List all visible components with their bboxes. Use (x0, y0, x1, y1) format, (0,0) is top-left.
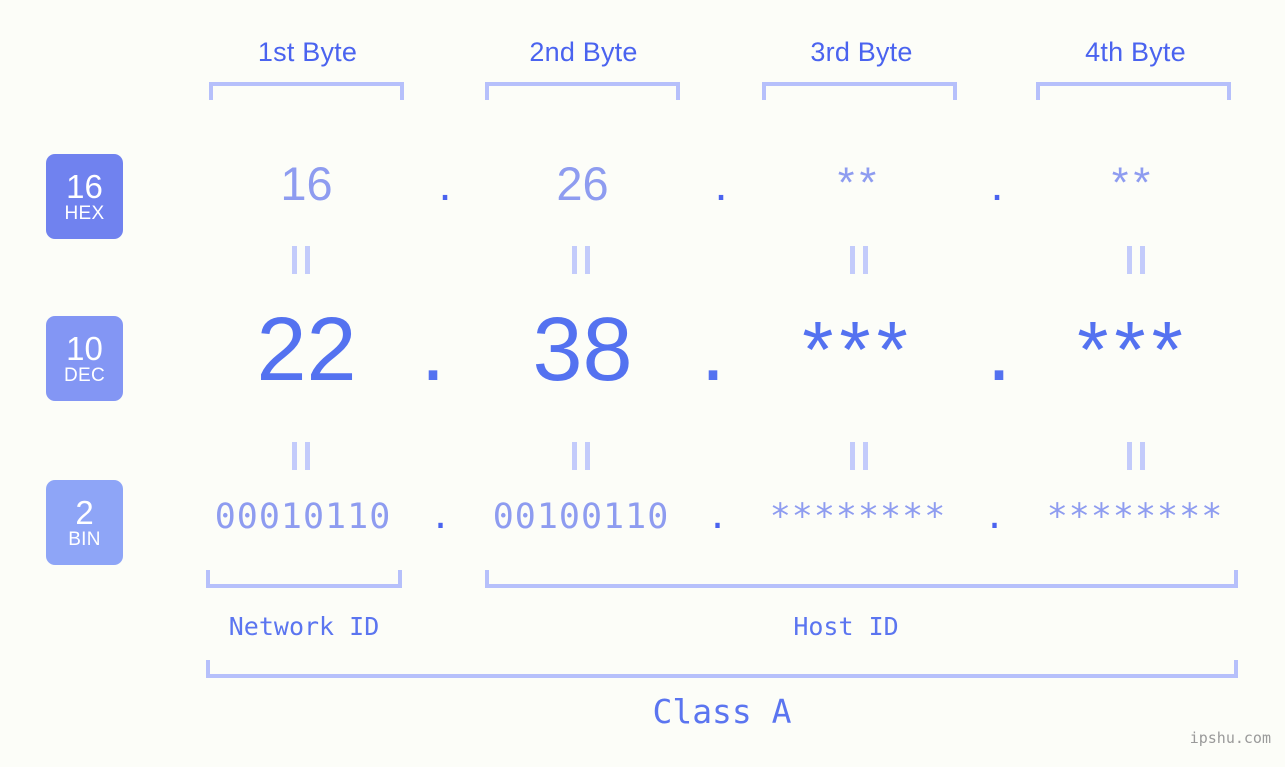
bin-separator-1: . (429, 497, 453, 537)
equality-mark-hex-dec-4 (1127, 246, 1145, 274)
class-label: Class A (652, 692, 792, 731)
dec-separator-3: . (986, 300, 1012, 400)
byte-bracket-4 (1036, 82, 1231, 100)
base-badge-dec-abbr: DEC (63, 364, 105, 386)
equality-mark-dec-bin-2 (572, 442, 590, 470)
hex-separator-1: . (438, 157, 452, 210)
equality-mark-hex-dec-1 (292, 246, 310, 274)
ip-address-breakdown-diagram: 1st Byte 2nd Byte 3rd Byte 4th Byte 16 H… (0, 0, 1285, 767)
hex-byte-2: 26 (556, 157, 609, 210)
base-badge-bin-number: 2 (75, 493, 94, 531)
hex-byte-3: ** (837, 159, 882, 207)
base-badge-dec-number: 10 (66, 329, 103, 367)
dec-byte-3: *** (802, 305, 914, 394)
base-badge-hex-number: 16 (66, 167, 103, 205)
byte-header-3: 3rd Byte (810, 37, 913, 67)
byte-bracket-1 (209, 82, 404, 100)
network-id-bracket (206, 570, 402, 588)
base-badge-bin[interactable]: 2 BIN (46, 480, 123, 565)
equality-mark-dec-bin-1 (292, 442, 310, 470)
byte-header-4: 4th Byte (1085, 37, 1186, 67)
bin-byte-3: ******** (769, 497, 947, 537)
site-watermark: ipshu.com (1189, 729, 1271, 747)
byte-bracket-3 (762, 82, 957, 100)
dec-byte-4: *** (1077, 305, 1189, 394)
dec-byte-1: 22 (256, 300, 357, 400)
byte-header-2: 2nd Byte (529, 37, 638, 67)
equality-mark-hex-dec-2 (572, 246, 590, 274)
base-badge-hex-abbr: HEX (64, 202, 105, 224)
host-id-label: Host ID (793, 612, 899, 641)
base-badge-dec[interactable]: 10 DEC (46, 316, 123, 401)
bin-byte-4: ******** (1046, 497, 1224, 537)
network-id-label: Network ID (228, 612, 380, 641)
dec-byte-2: 38 (532, 300, 633, 400)
bin-byte-2: 00100110 (492, 497, 670, 537)
hex-separator-3: . (990, 157, 1004, 210)
equality-mark-dec-bin-3 (850, 442, 868, 470)
bin-separator-2: . (706, 497, 730, 537)
byte-bracket-2 (485, 82, 680, 100)
bin-byte-1: 00010110 (214, 497, 392, 537)
hex-byte-1: 16 (280, 157, 333, 210)
equality-mark-hex-dec-3 (850, 246, 868, 274)
bin-separator-3: . (983, 497, 1007, 537)
hex-separator-2: . (714, 157, 728, 210)
dec-separator-2: . (700, 300, 726, 400)
class-bracket (206, 660, 1238, 678)
dec-separator-1: . (420, 300, 446, 400)
base-badge-hex[interactable]: 16 HEX (46, 154, 123, 239)
equality-mark-dec-bin-4 (1127, 442, 1145, 470)
host-id-bracket (485, 570, 1238, 588)
byte-header-1: 1st Byte (257, 37, 358, 67)
hex-byte-4: ** (1111, 159, 1156, 207)
base-badge-bin-abbr: BIN (68, 528, 101, 550)
